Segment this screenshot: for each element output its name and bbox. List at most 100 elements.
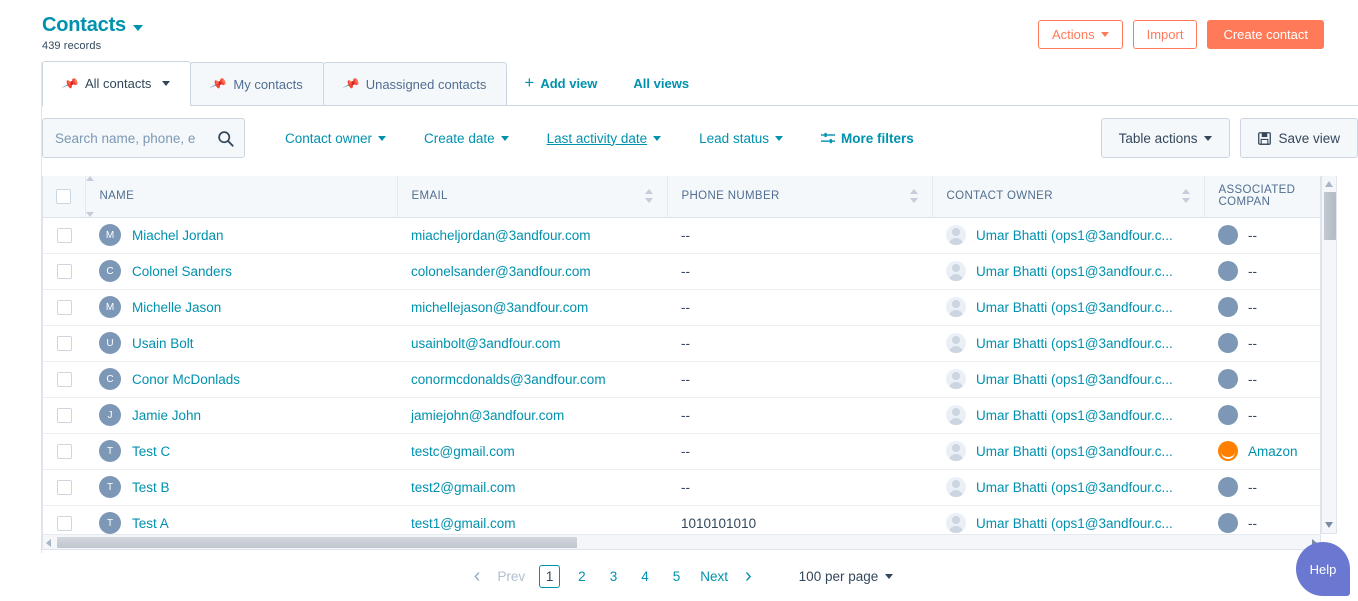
contact-email-link[interactable]: test1@gmail.com bbox=[411, 516, 516, 531]
column-header-name[interactable]: NAME bbox=[85, 176, 397, 217]
row-checkbox[interactable] bbox=[57, 516, 72, 531]
pagination-next-label[interactable]: Next bbox=[692, 569, 736, 584]
contact-owner-link[interactable]: Umar Bhatti (ops1@3andfour.c... bbox=[976, 264, 1173, 279]
contact-email-link[interactable]: miacheljordan@3andfour.com bbox=[411, 228, 591, 243]
select-all-checkbox[interactable] bbox=[56, 189, 71, 204]
company-logo-icon bbox=[1218, 261, 1238, 281]
contact-email-link[interactable]: usainbolt@3andfour.com bbox=[411, 336, 561, 351]
contact-owner-link[interactable]: Umar Bhatti (ops1@3andfour.c... bbox=[976, 300, 1173, 315]
table-row[interactable]: CColonel Sanderscolonelsander@3andfour.c… bbox=[43, 253, 1321, 289]
table-actions-button[interactable]: Table actions bbox=[1101, 118, 1231, 158]
contact-owner-link[interactable]: Umar Bhatti (ops1@3andfour.c... bbox=[976, 516, 1173, 531]
search-input[interactable] bbox=[43, 131, 206, 146]
table-row[interactable]: JJamie Johnjamiejohn@3andfour.com--Umar … bbox=[43, 397, 1321, 433]
contact-phone-value: -- bbox=[681, 300, 690, 315]
contact-owner-link[interactable]: Umar Bhatti (ops1@3andfour.c... bbox=[976, 444, 1173, 459]
search-button[interactable] bbox=[206, 119, 244, 157]
filter-contact-owner[interactable]: Contact owner bbox=[266, 118, 405, 158]
pagination-page-3[interactable]: 3 bbox=[598, 569, 630, 584]
contact-name-link[interactable]: Test C bbox=[132, 444, 170, 459]
contact-name-link[interactable]: Test A bbox=[132, 516, 169, 531]
horizontal-scroll-thumb[interactable] bbox=[57, 537, 577, 548]
contact-email-link[interactable]: colonelsander@3andfour.com bbox=[411, 264, 591, 279]
table-row[interactable]: CConor McDonladsconormcdonalds@3andfour.… bbox=[43, 361, 1321, 397]
contact-owner-link[interactable]: Umar Bhatti (ops1@3andfour.c... bbox=[976, 480, 1173, 495]
import-button[interactable]: Import bbox=[1133, 20, 1198, 49]
scroll-down-icon[interactable] bbox=[1325, 522, 1333, 528]
row-select-cell bbox=[43, 217, 85, 253]
cell-owner: Umar Bhatti (ops1@3andfour.c... bbox=[932, 289, 1204, 325]
sort-icon[interactable] bbox=[645, 189, 654, 203]
row-checkbox[interactable] bbox=[57, 480, 72, 495]
column-header-phone[interactable]: PHONE NUMBER bbox=[667, 176, 932, 217]
row-checkbox[interactable] bbox=[57, 228, 72, 243]
contact-name-link[interactable]: Jamie John bbox=[132, 408, 201, 423]
contact-owner-link[interactable]: Umar Bhatti (ops1@3andfour.c... bbox=[976, 228, 1173, 243]
help-button[interactable]: Help bbox=[1296, 542, 1350, 596]
tab-my-contacts[interactable]: 📌 My contacts bbox=[190, 62, 323, 105]
pagination-prev-arrow-icon[interactable]: ‹ bbox=[465, 566, 490, 586]
row-checkbox[interactable] bbox=[57, 300, 72, 315]
save-view-button[interactable]: Save view bbox=[1240, 118, 1358, 158]
sort-icon[interactable] bbox=[1182, 189, 1191, 203]
column-header-email[interactable]: EMAIL bbox=[397, 176, 667, 217]
column-header-company[interactable]: ASSOCIATED COMPAN bbox=[1204, 176, 1321, 217]
table-row[interactable]: MMichelle Jasonmichellejason@3andfour.co… bbox=[43, 289, 1321, 325]
row-checkbox[interactable] bbox=[57, 408, 72, 423]
contact-name-link[interactable]: Michelle Jason bbox=[132, 300, 221, 315]
more-filters-button[interactable]: More filters bbox=[802, 118, 933, 158]
pagination-page-5[interactable]: 5 bbox=[661, 569, 693, 584]
table-horizontal-scrollbar[interactable] bbox=[42, 534, 1321, 550]
column-header-owner[interactable]: CONTACT OWNER bbox=[932, 176, 1204, 217]
cell-company: -- bbox=[1204, 289, 1321, 325]
tab-all-contacts[interactable]: 📌 All contacts bbox=[42, 61, 191, 105]
per-page-selector[interactable]: 100 per page bbox=[799, 569, 894, 584]
vertical-scroll-thumb[interactable] bbox=[1324, 192, 1336, 240]
contact-name-link[interactable]: Usain Bolt bbox=[132, 336, 194, 351]
pagination-page-1[interactable]: 1 bbox=[539, 565, 560, 588]
actions-button[interactable]: Actions bbox=[1038, 20, 1123, 49]
row-checkbox[interactable] bbox=[57, 444, 72, 459]
chevron-down-icon[interactable] bbox=[162, 81, 170, 86]
contact-owner-link[interactable]: Umar Bhatti (ops1@3andfour.c... bbox=[976, 336, 1173, 351]
scroll-up-icon[interactable] bbox=[1325, 181, 1333, 187]
contact-email-link[interactable]: conormcdonalds@3andfour.com bbox=[411, 372, 606, 387]
pagination-page-4[interactable]: 4 bbox=[629, 569, 661, 584]
filter-last-activity-date[interactable]: Last activity date bbox=[528, 118, 681, 158]
pagination-next-arrow-icon[interactable]: › bbox=[736, 566, 761, 586]
scroll-left-icon[interactable] bbox=[46, 539, 51, 547]
add-view-button[interactable]: + Add view bbox=[506, 62, 615, 105]
create-contact-button[interactable]: Create contact bbox=[1207, 20, 1324, 49]
title-caret-icon[interactable] bbox=[133, 25, 143, 31]
table-row[interactable]: UUsain Boltusainbolt@3andfour.com--Umar … bbox=[43, 325, 1321, 361]
table-vertical-scrollbar[interactable] bbox=[1321, 176, 1337, 534]
filter-lead-status[interactable]: Lead status bbox=[680, 118, 802, 158]
tab-unassigned-contacts[interactable]: 📌 Unassigned contacts bbox=[323, 62, 508, 105]
contact-email-link[interactable]: jamiejohn@3andfour.com bbox=[411, 408, 564, 423]
contact-owner-link[interactable]: Umar Bhatti (ops1@3andfour.c... bbox=[976, 372, 1173, 387]
row-checkbox[interactable] bbox=[57, 264, 72, 279]
contact-name-link[interactable]: Conor McDonlads bbox=[132, 372, 240, 387]
contact-email-link[interactable]: test2@gmail.com bbox=[411, 480, 516, 495]
sort-icon[interactable] bbox=[144, 189, 153, 203]
page-title[interactable]: Contacts bbox=[42, 14, 126, 37]
contact-phone-value: -- bbox=[681, 480, 690, 495]
filter-create-date[interactable]: Create date bbox=[405, 118, 528, 158]
contact-name-link[interactable]: Miachel Jordan bbox=[132, 228, 224, 243]
row-checkbox[interactable] bbox=[57, 372, 72, 387]
contact-email-link[interactable]: michellejason@3andfour.com bbox=[411, 300, 588, 315]
pagination-page-2[interactable]: 2 bbox=[566, 569, 598, 584]
row-checkbox[interactable] bbox=[57, 336, 72, 351]
table-row[interactable]: MMiachel Jordanmiacheljordan@3andfour.co… bbox=[43, 217, 1321, 253]
all-views-button[interactable]: All views bbox=[615, 62, 707, 105]
contact-email-link[interactable]: testc@gmail.com bbox=[411, 444, 515, 459]
table-row[interactable]: TTest Btest2@gmail.com--Umar Bhatti (ops… bbox=[43, 469, 1321, 505]
contact-owner-link[interactable]: Umar Bhatti (ops1@3andfour.c... bbox=[976, 408, 1173, 423]
company-name[interactable]: Amazon bbox=[1248, 444, 1298, 459]
company-logo-icon bbox=[1218, 405, 1238, 425]
pagination-prev-label[interactable]: Prev bbox=[489, 569, 533, 584]
contact-name-link[interactable]: Test B bbox=[132, 480, 170, 495]
sort-icon[interactable] bbox=[910, 189, 919, 203]
contact-name-link[interactable]: Colonel Sanders bbox=[132, 264, 232, 279]
table-row[interactable]: TTest Ctestc@gmail.com--Umar Bhatti (ops… bbox=[43, 433, 1321, 469]
